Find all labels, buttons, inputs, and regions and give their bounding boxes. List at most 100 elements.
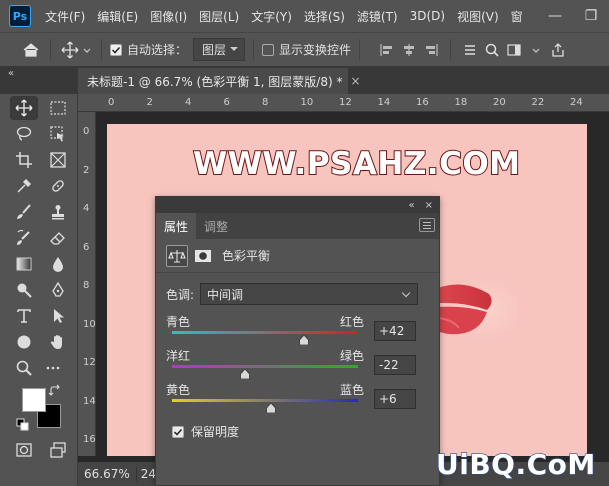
slider-right-label: 绿色 [340, 349, 365, 363]
ruler-tick-label: 14 [83, 395, 96, 407]
type-tool-icon[interactable] [10, 304, 38, 328]
path-select-tool-icon[interactable] [44, 304, 72, 328]
align-right-icon[interactable] [420, 39, 442, 61]
quick-mask-icon[interactable] [10, 438, 38, 462]
dodge-tool-icon[interactable] [10, 278, 38, 302]
menu-window[interactable]: 窗 [505, 8, 529, 25]
preserve-luminosity-label: 保留明度 [191, 425, 240, 439]
align-center-icon[interactable] [398, 39, 420, 61]
slider-thumb[interactable] [299, 335, 309, 345]
history-brush-tool-icon[interactable] [10, 226, 38, 250]
move-tool-icon[interactable] [59, 39, 81, 61]
lasso-tool-icon[interactable] [10, 122, 38, 146]
distribute-icon[interactable] [459, 39, 481, 61]
menu-select[interactable]: 选择(S) [298, 8, 351, 25]
share-icon[interactable] [547, 39, 569, 61]
menu-view[interactable]: 视图(V) [451, 8, 505, 25]
tab-properties[interactable]: 属性 [156, 213, 197, 239]
slider-track[interactable] [172, 331, 358, 334]
marquee-tool-icon[interactable] [44, 96, 72, 120]
zoom-tool-icon[interactable] [10, 356, 38, 380]
brush-tool-icon[interactable] [10, 200, 38, 224]
ruler-tick-label: 22 [531, 97, 545, 108]
eyedropper-tool-icon[interactable] [10, 174, 38, 198]
home-icon[interactable] [20, 39, 42, 61]
vertical-ruler: 0 2 4 6 8 10 12 14 16 [78, 112, 96, 456]
swap-colors-icon[interactable] [48, 384, 62, 398]
healing-brush-tool-icon[interactable] [44, 174, 72, 198]
divider [253, 38, 255, 61]
chevron-down-icon[interactable] [81, 39, 93, 61]
tab-adjustments[interactable]: 调整 [196, 213, 236, 239]
ruler-tick-label: 6 [223, 97, 230, 108]
cyan-red-slider: 青色 红色 +42 [166, 313, 431, 351]
menu-image[interactable]: 图像(I) [144, 8, 193, 25]
move-tool-icon[interactable] [10, 96, 38, 120]
slider-track[interactable] [172, 365, 358, 368]
gradient-tool-icon[interactable] [10, 252, 38, 276]
align-left-icon[interactable] [376, 39, 398, 61]
show-transform-checkbox[interactable] [262, 43, 275, 56]
hand-tool-icon[interactable] [44, 330, 72, 354]
panel-menu-icon[interactable] [419, 218, 435, 232]
ruler-tick-label: 24 [570, 97, 583, 108]
slider-track[interactable] [172, 399, 358, 402]
auto-select-target-dropdown[interactable]: 图层 [193, 38, 246, 61]
chevron-down-icon[interactable] [525, 39, 547, 61]
eraser-tool-icon[interactable] [44, 226, 72, 250]
default-colors-icon[interactable] [16, 418, 30, 432]
panel-close-icon[interactable]: × [425, 200, 433, 211]
crop-tool-icon[interactable] [10, 148, 38, 172]
workspace-icon[interactable] [503, 39, 525, 61]
site-watermark: UiBQ.CoM [435, 447, 596, 481]
collapse-panels-icon[interactable]: « [8, 68, 14, 79]
menu-type[interactable]: 文字(Y) [245, 8, 298, 25]
document-tab[interactable]: 未标题-1 @ 66.7% (色彩平衡 1, 图层蒙版/8) * × [78, 68, 361, 94]
slider-thumb[interactable] [265, 403, 276, 413]
shape-tool-icon[interactable] [10, 330, 38, 354]
close-icon[interactable]: × [350, 74, 360, 88]
tools-panel [0, 94, 78, 486]
minimize-button[interactable]: — [537, 0, 573, 32]
foreground-color-swatch[interactable] [22, 388, 46, 412]
ruler-tick-label: 0 [108, 97, 115, 108]
ruler-tick-label: 12 [339, 97, 352, 108]
options-bar: 自动选择： 图层 显示变换控件 [0, 32, 609, 66]
ruler-tick-label: 18 [454, 97, 468, 108]
blur-tool-icon[interactable] [44, 252, 72, 276]
slider-thumb[interactable] [239, 369, 250, 379]
slider-value-field[interactable]: -22 [374, 355, 416, 375]
search-icon[interactable] [481, 39, 503, 61]
zoom-level[interactable]: 66.67% [78, 467, 137, 481]
tone-dropdown[interactable]: 中间调 [200, 283, 419, 305]
menu-filter[interactable]: 滤镜(T) [351, 8, 404, 25]
screen-mode-icon[interactable] [44, 438, 72, 462]
auto-select-checkbox[interactable] [110, 43, 122, 56]
panel-tabs: 属性 调整 [156, 213, 439, 239]
object-select-tool-icon[interactable] [44, 122, 72, 146]
slider-left-label: 青色 [166, 315, 191, 329]
more-tools-icon[interactable] [44, 356, 62, 380]
divider [50, 38, 51, 61]
divider [359, 38, 361, 61]
show-transform-label: 显示变换控件 [279, 43, 352, 57]
menu-3d[interactable]: 3D(D) [404, 9, 451, 23]
slider-value-field[interactable]: +42 [374, 321, 416, 341]
preserve-luminosity-row: 保留明度 [172, 423, 239, 440]
ruler-tick-label: 6 [83, 241, 90, 253]
menu-edit[interactable]: 编辑(E) [91, 8, 144, 25]
panel-collapse-icon[interactable]: « [408, 200, 414, 211]
yellow-blue-slider: 黄色 蓝色 +6 [166, 381, 431, 419]
clone-stamp-tool-icon[interactable] [44, 200, 72, 224]
menu-file[interactable]: 文件(F) [39, 8, 91, 25]
slider-value-field[interactable]: +6 [374, 389, 416, 409]
color-balance-icon[interactable] [166, 244, 188, 267]
pen-tool-icon[interactable] [44, 278, 72, 302]
tone-row: 色调: 中间调 [166, 283, 419, 305]
layer-mask-icon[interactable] [192, 245, 214, 267]
frame-tool-icon[interactable] [44, 148, 72, 172]
preserve-luminosity-checkbox[interactable] [172, 425, 184, 438]
menu-layer[interactable]: 图层(L) [193, 8, 245, 25]
document-tab-title: 未标题-1 @ 66.7% (色彩平衡 1, 图层蒙版/8) * [87, 74, 343, 89]
restore-button[interactable]: ❐ [573, 0, 609, 32]
